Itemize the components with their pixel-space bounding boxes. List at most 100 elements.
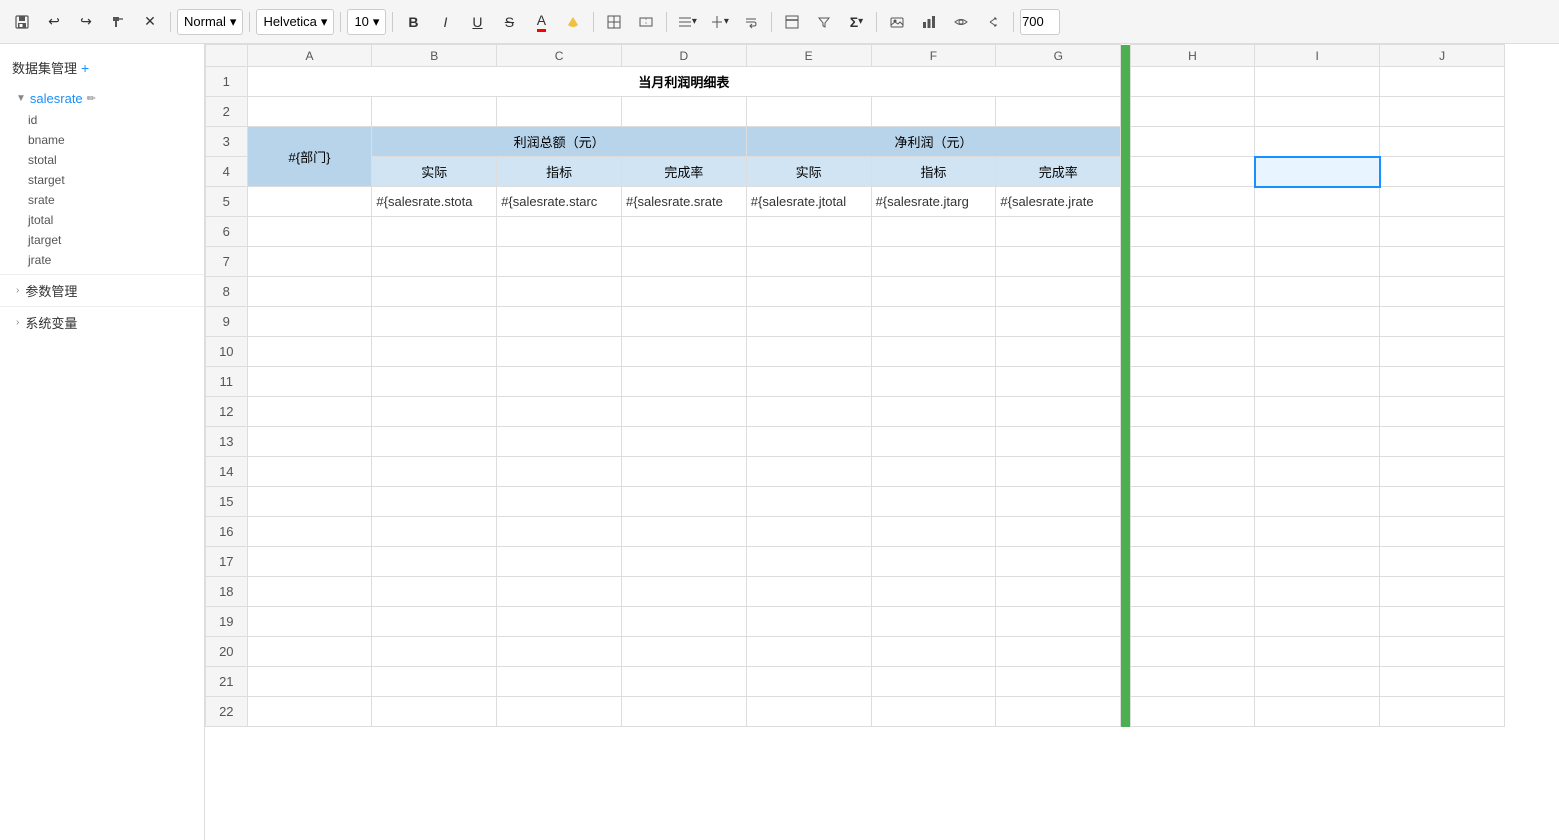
cell-d2[interactable] [621, 97, 746, 127]
dataset-salesrate[interactable]: ▼ salesrate ✏ [0, 87, 204, 110]
col-header-f[interactable]: F [871, 45, 996, 67]
cell-j5[interactable] [1380, 187, 1505, 217]
col-header-c[interactable]: C [497, 45, 622, 67]
font-dropdown[interactable]: Helvetica ▾ [256, 9, 334, 35]
cell-h5[interactable] [1130, 187, 1255, 217]
clear-format-button[interactable]: ✕ [136, 8, 164, 36]
title-cell[interactable]: 当月利润明细表 [247, 67, 1121, 97]
cell-i1[interactable] [1255, 67, 1380, 97]
col-header-g[interactable]: G [996, 45, 1121, 67]
cell-f5[interactable]: #{salesrate.jtarg [871, 187, 996, 217]
cell-a5[interactable] [247, 187, 372, 217]
col-header-d[interactable]: D [621, 45, 746, 67]
eye-button[interactable] [947, 8, 975, 36]
col-header-j[interactable]: J [1380, 45, 1505, 67]
cell-b5[interactable]: #{salesrate.stota [372, 187, 497, 217]
table-row: 20 [206, 637, 1505, 667]
field-bname[interactable]: bname [0, 130, 204, 150]
undo-button[interactable]: ↩ [40, 8, 68, 36]
sub-header-rate2[interactable]: 完成率 [996, 157, 1121, 187]
table-row: 7 [206, 247, 1505, 277]
underline-button[interactable]: U [463, 8, 491, 36]
cell-c5[interactable]: #{salesrate.starc [497, 187, 622, 217]
strikethrough-button[interactable]: S [495, 8, 523, 36]
col-header-h[interactable]: H [1130, 45, 1255, 67]
cell-b2[interactable] [372, 97, 497, 127]
edit-icon[interactable]: ✏ [87, 92, 96, 105]
field-jtarget[interactable]: jtarget [0, 230, 204, 250]
align-button[interactable]: ▾ [673, 8, 701, 36]
cell-j4[interactable] [1380, 157, 1505, 187]
cell-i3[interactable] [1255, 127, 1380, 157]
chart-button[interactable] [915, 8, 943, 36]
cell-a2[interactable] [247, 97, 372, 127]
image-button[interactable] [883, 8, 911, 36]
col-header-b[interactable]: B [372, 45, 497, 67]
field-jrate[interactable]: jrate [0, 250, 204, 270]
separator8 [876, 12, 877, 32]
format-painter-button[interactable] [104, 8, 132, 36]
field-stotal[interactable]: stotal [0, 150, 204, 170]
style-dropdown[interactable]: Normal ▾ [177, 9, 243, 35]
bold-button[interactable]: B [399, 8, 427, 36]
col-header-i[interactable]: I [1255, 45, 1380, 67]
cell-h4[interactable] [1130, 157, 1255, 187]
cell-h3[interactable] [1130, 127, 1255, 157]
cell-d5[interactable]: #{salesrate.srate [621, 187, 746, 217]
font-color-button[interactable]: A [527, 8, 555, 36]
chevron-right-icon1: › [16, 285, 19, 296]
params-section[interactable]: › 参数管理 [0, 274, 204, 306]
cell-f2[interactable] [871, 97, 996, 127]
cell-i2[interactable] [1255, 97, 1380, 127]
borders-button[interactable] [600, 8, 628, 36]
zoom-input[interactable] [1020, 9, 1060, 35]
cell-i5[interactable] [1255, 187, 1380, 217]
cell-j3[interactable] [1380, 127, 1505, 157]
green-divider-3 [1121, 127, 1130, 157]
separator1 [170, 12, 171, 32]
cell-g2[interactable] [996, 97, 1121, 127]
cell-i4[interactable] [1255, 157, 1380, 187]
share-button[interactable] [979, 8, 1007, 36]
size-dropdown[interactable]: 10 ▾ [347, 9, 386, 35]
separator2 [249, 12, 250, 32]
cell-h1[interactable] [1130, 67, 1255, 97]
sub-header-target1[interactable]: 指标 [497, 157, 622, 187]
freeze-button[interactable] [778, 8, 806, 36]
cell-e2[interactable] [746, 97, 871, 127]
cell-j2[interactable] [1380, 97, 1505, 127]
group1-header[interactable]: 利润总额（元） [372, 127, 746, 157]
table-row: 10 [206, 337, 1505, 367]
formula-button[interactable]: Σ ▾ [842, 8, 870, 36]
wrap-button[interactable] [737, 8, 765, 36]
redo-button[interactable]: ↪ [72, 8, 100, 36]
cell-j1[interactable] [1380, 67, 1505, 97]
field-starget[interactable]: starget [0, 170, 204, 190]
field-id[interactable]: id [0, 110, 204, 130]
field-jtotal[interactable]: jtotal [0, 210, 204, 230]
sub-header-actual1[interactable]: 实际 [372, 157, 497, 187]
sysvars-section[interactable]: › 系统变量 [0, 306, 204, 338]
valign-button[interactable]: ▾ [705, 8, 733, 36]
sub-header-actual2[interactable]: 实际 [746, 157, 871, 187]
table-row: 19 [206, 607, 1505, 637]
cell-h2[interactable] [1130, 97, 1255, 127]
add-dataset-button[interactable]: + [81, 60, 89, 76]
col-header-e[interactable]: E [746, 45, 871, 67]
dept-header-cell[interactable]: #{部门} [247, 127, 372, 187]
fill-color-button[interactable] [559, 8, 587, 36]
merge-button[interactable] [632, 8, 660, 36]
field-srate[interactable]: srate [0, 190, 204, 210]
sub-header-rate1[interactable]: 完成率 [621, 157, 746, 187]
group2-header[interactable]: 净利润（元） [746, 127, 1120, 157]
sub-header-target2[interactable]: 指标 [871, 157, 996, 187]
filter-button[interactable] [810, 8, 838, 36]
separator3 [340, 12, 341, 32]
save-button[interactable] [8, 8, 36, 36]
cell-e5[interactable]: #{salesrate.jtotal [746, 187, 871, 217]
italic-button[interactable]: I [431, 8, 459, 36]
cell-g5[interactable]: #{salesrate.jrate [996, 187, 1121, 217]
spreadsheet[interactable]: A B C D E F G H I J 1 当月利润明细表 [205, 44, 1559, 840]
cell-c2[interactable] [497, 97, 622, 127]
col-header-a[interactable]: A [247, 45, 372, 67]
